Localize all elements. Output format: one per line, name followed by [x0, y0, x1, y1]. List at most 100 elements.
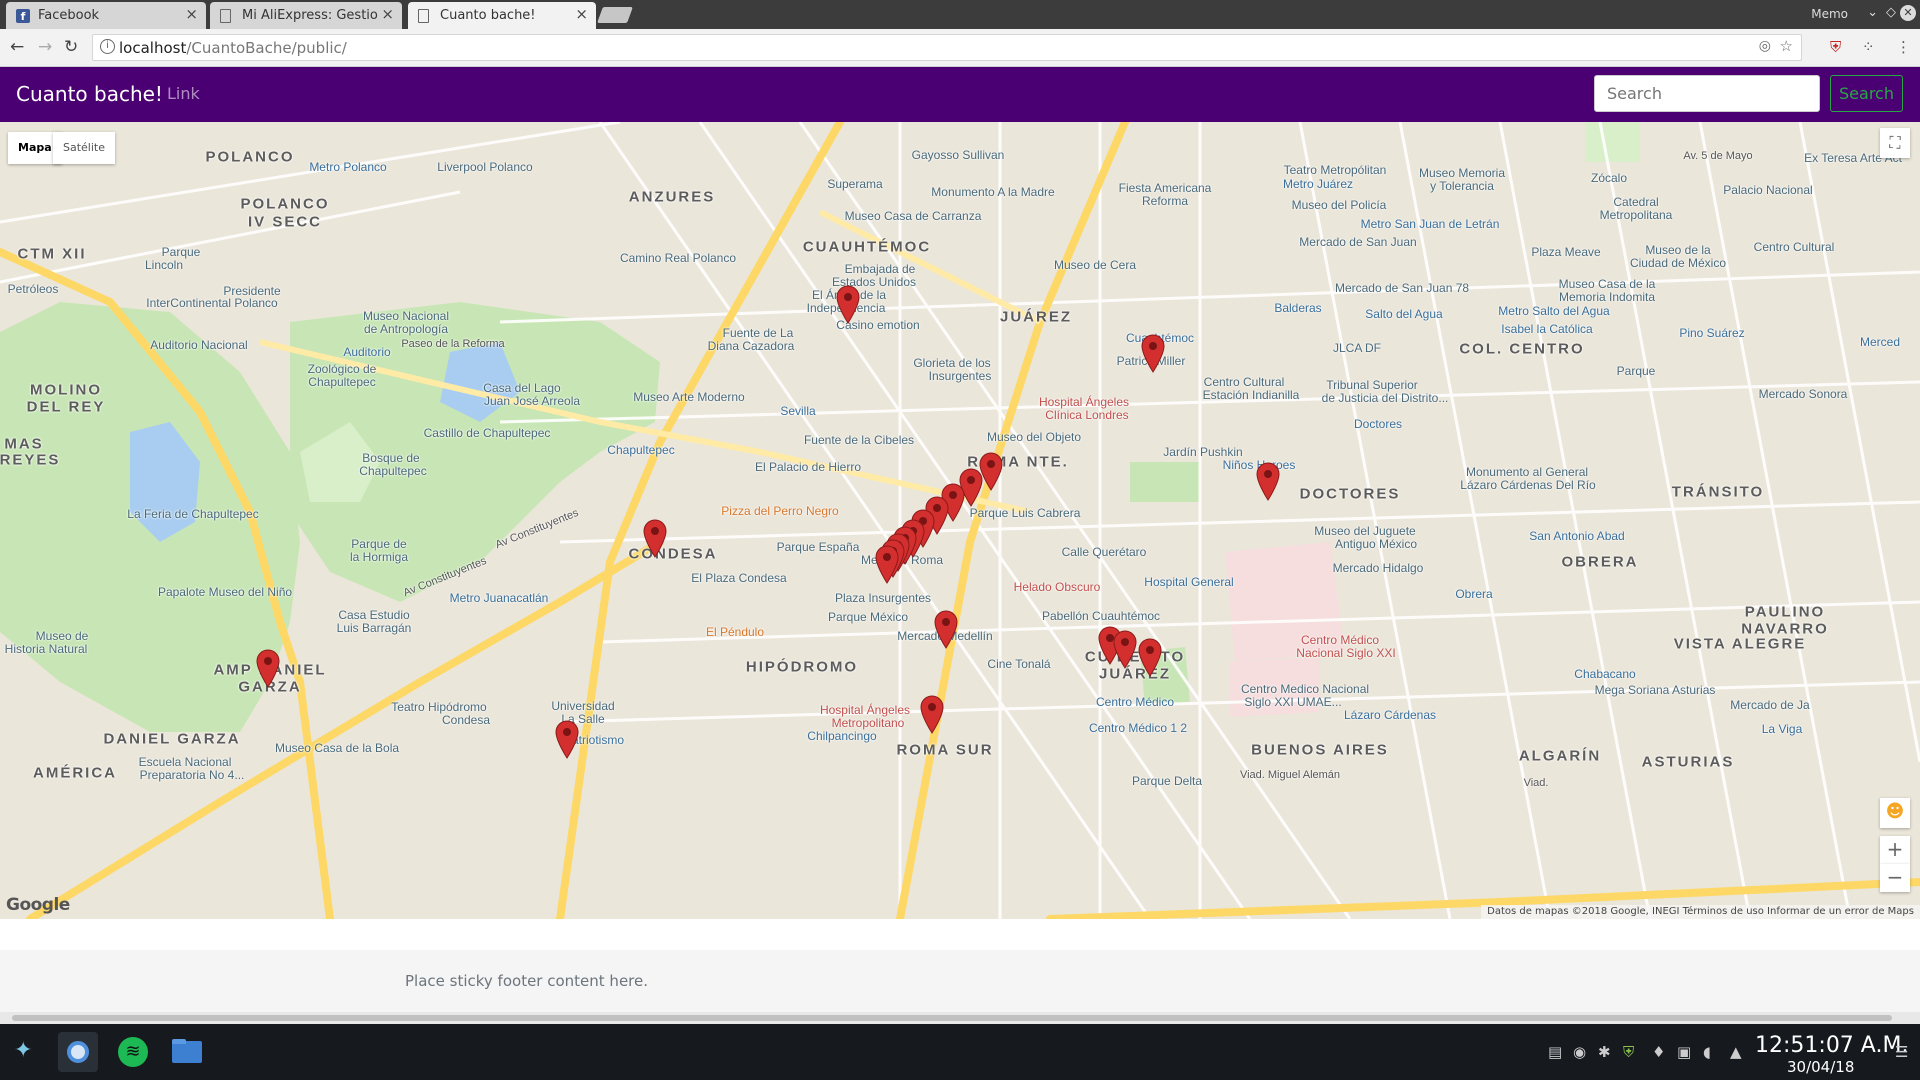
map-marker[interactable] — [642, 518, 668, 558]
map-label: Antiguo México — [1334, 537, 1418, 551]
shield-check-icon[interactable]: ⛨ — [1623, 1043, 1634, 1061]
map-label: Auditorio — [343, 345, 391, 359]
map-label: Casa Estudio — [338, 608, 410, 622]
map-marker[interactable] — [1137, 637, 1163, 677]
shield-icon[interactable]: ⛨ — [1830, 38, 1841, 56]
zoom-in-button[interactable]: + — [1880, 836, 1910, 864]
google-logo[interactable]: Google — [6, 895, 70, 915]
info-icon[interactable]: i — [100, 39, 115, 54]
spotify-icon[interactable]: ≋ — [113, 1032, 153, 1072]
launcher-icon[interactable]: ✦ — [14, 1038, 32, 1063]
clipboard-icon[interactable]: ▤ — [1548, 1043, 1562, 1061]
forward-icon[interactable]: → — [38, 37, 52, 57]
map-marker[interactable] — [1255, 461, 1281, 501]
map-canvas[interactable]: POLANCO POLANCO IV SECC CTM XII ANZURES CUAUH… — [0, 122, 1920, 919]
map-label: Calle Querétaro — [1061, 545, 1147, 559]
clock-date[interactable]: 30/04/18 — [1787, 1058, 1854, 1076]
new-tab-button[interactable] — [597, 7, 633, 23]
map-label: DEL REY — [26, 398, 106, 416]
tab-title: Facebook — [38, 8, 100, 23]
close-icon[interactable]: × — [575, 5, 588, 23]
close-window-icon[interactable]: ✕ — [1900, 5, 1916, 21]
map-label: Centro Médico — [1095, 695, 1175, 709]
menu-icon[interactable]: ⋮ — [1896, 38, 1911, 56]
map-label: Mercado Sonora — [1758, 387, 1848, 401]
profile-name[interactable]: Memo — [1811, 7, 1848, 21]
map-label: Lázaro Cárdenas — [1343, 708, 1437, 722]
clock-time[interactable]: 12:51:07 A.M. — [1755, 1033, 1908, 1058]
tab-cuanto-bache[interactable]: Cuanto bache! × — [408, 2, 596, 29]
notifications-icon[interactable]: ☰ — [1895, 1043, 1908, 1061]
close-icon[interactable]: × — [378, 5, 394, 23]
map-label: Metropolitana — [1599, 208, 1673, 222]
map-marker[interactable] — [255, 648, 281, 688]
app-navbar: Cuanto bache! Link Search — [0, 67, 1920, 122]
nav-link[interactable]: Link — [167, 84, 200, 103]
map-label: Parque — [161, 245, 201, 259]
map-label: Hospital Ángeles — [1038, 395, 1130, 409]
close-icon[interactable]: × — [185, 5, 198, 23]
page-icon — [418, 9, 429, 23]
url-host: localhost — [119, 39, 187, 57]
url-field[interactable]: i localhost/CuantoBache/public/ ◎ ☆ — [92, 34, 1802, 61]
map-label: Hospital General — [1144, 575, 1234, 589]
star-icon[interactable]: ☆ — [1780, 37, 1793, 55]
tray-expand-icon[interactable]: ▲ — [1730, 1043, 1742, 1061]
map-label: Parque — [1616, 364, 1656, 378]
map-attribution[interactable]: Datos de mapas ©2018 Google, INEGI Térmi… — [1481, 905, 1920, 919]
map-label: Pizza del Perro Negro — [721, 504, 839, 518]
display-icon[interactable]: ▣ — [1677, 1043, 1691, 1061]
map-marker[interactable] — [554, 719, 580, 759]
maximize-icon[interactable]: ◇ — [1886, 5, 1896, 20]
horizontal-scrollbar[interactable] — [0, 1012, 1920, 1024]
map-label: REYES — [0, 451, 61, 469]
reload-icon[interactable]: ↻ — [64, 37, 78, 57]
tab-facebook[interactable]: f Facebook × — [6, 2, 206, 29]
fullscreen-icon[interactable]: ⛶ — [1880, 128, 1910, 158]
map-type-satellite[interactable]: Satélite — [53, 132, 115, 164]
pegman-icon[interactable]: ☻ — [1880, 798, 1910, 828]
map-label: Embajada de — [844, 262, 916, 276]
map-label: de Justicia del Distrito... — [1321, 391, 1449, 405]
back-icon[interactable]: ← — [10, 37, 24, 57]
map-label: Zoológico de — [307, 362, 377, 376]
map-label: Ciudad de México — [1629, 256, 1727, 270]
map-label: Monumento A la Madre — [931, 185, 1055, 199]
page-icon — [220, 9, 231, 23]
location-icon[interactable]: ◎ — [1759, 38, 1771, 54]
browser-tab-strip: f Facebook × Mi AliExpress: Gestion × Cu… — [0, 0, 1920, 29]
file-manager-icon[interactable] — [166, 1032, 206, 1072]
zoom-out-button[interactable]: − — [1880, 864, 1910, 892]
lightbulb-icon[interactable]: ♦ — [1652, 1043, 1665, 1061]
brand-title[interactable]: Cuanto bache! — [16, 82, 163, 106]
minimize-icon[interactable]: ⌄ — [1867, 5, 1878, 20]
map-label: Mercado de San Juan — [1299, 235, 1417, 249]
bluetooth-icon[interactable]: ✱ — [1598, 1043, 1611, 1061]
chromium-icon[interactable] — [58, 1032, 98, 1072]
media-icon[interactable]: ◉ — [1573, 1043, 1586, 1061]
extension-icon[interactable]: ⁘ — [1862, 38, 1875, 56]
search-button[interactable]: Search — [1830, 75, 1903, 112]
search-input[interactable] — [1594, 75, 1820, 112]
map-label: Lázaro Cárdenas Del Río — [1460, 478, 1596, 492]
map-marker[interactable] — [874, 544, 900, 584]
facebook-icon: f — [16, 9, 30, 23]
map-label: Historia Natural — [4, 642, 88, 656]
scrollbar-thumb[interactable] — [12, 1015, 1892, 1021]
map-label: Plaza Insurgentes — [834, 591, 932, 605]
tab-aliexpress[interactable]: Mi AliExpress: Gestion × — [210, 2, 402, 29]
map-marker[interactable] — [835, 284, 861, 324]
volume-icon[interactable]: ◖ — [1703, 1043, 1711, 1061]
map-label: TRÁNSITO — [1671, 483, 1765, 501]
map-marker[interactable] — [1140, 333, 1166, 373]
map-label: Museo Casa de la — [1558, 277, 1656, 291]
map-marker[interactable] — [933, 609, 959, 649]
map-label: Isabel la Católica — [1501, 322, 1593, 336]
map-label: Chapultepec — [607, 443, 675, 457]
map-label: Centro Médico — [1300, 633, 1380, 647]
map-label: Centro Médico 1 2 — [1088, 721, 1188, 735]
map-label: Liverpool Polanco — [437, 160, 533, 174]
map-label: Viad. Miguel Alemán — [1239, 769, 1341, 781]
map-marker[interactable] — [1112, 629, 1138, 669]
map-marker[interactable] — [919, 694, 945, 734]
